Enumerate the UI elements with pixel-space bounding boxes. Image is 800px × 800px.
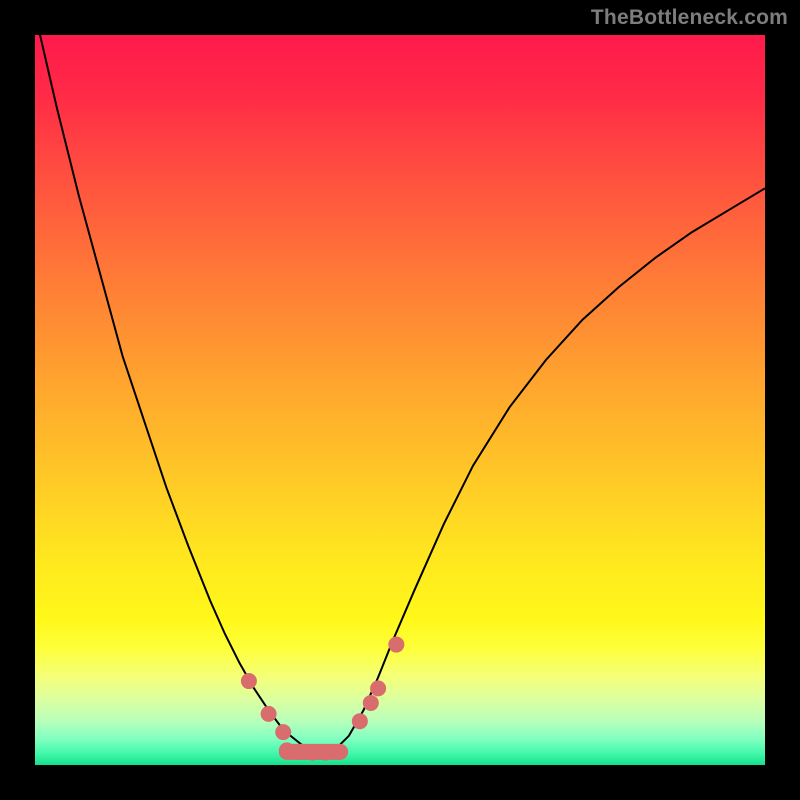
- plot-area: [35, 35, 765, 765]
- curve-marker: [261, 706, 277, 722]
- curve-marker: [352, 713, 368, 729]
- curve-layer: [35, 35, 765, 765]
- curve-marker: [370, 680, 386, 696]
- curve-marker: [388, 637, 404, 653]
- watermark-label: TheBottleneck.com: [591, 6, 788, 30]
- curve-marker: [241, 673, 257, 689]
- chart-container: TheBottleneck.com: [0, 0, 800, 800]
- curve-marker: [275, 724, 291, 740]
- curve-markers: [241, 637, 404, 761]
- curve-marker: [363, 695, 379, 711]
- curve-marker: [331, 744, 347, 760]
